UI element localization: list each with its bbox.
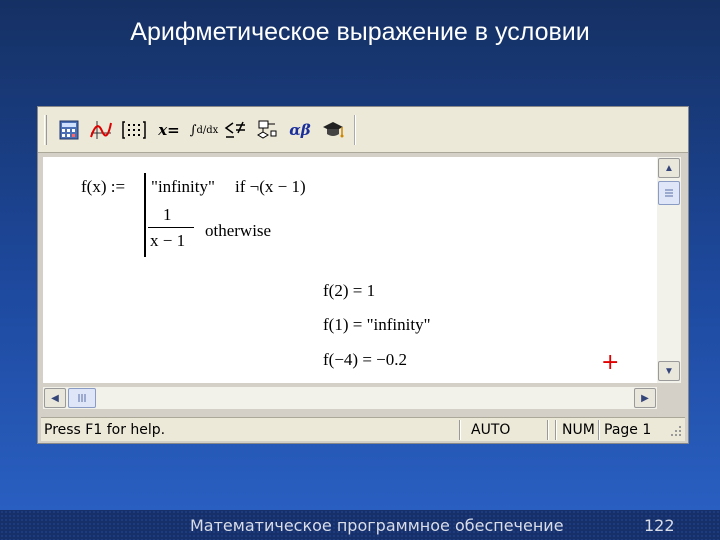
symbolic-toolbar-icon[interactable] [320,117,346,143]
graph-toolbar-icon[interactable] [88,117,114,143]
piecewise-bracket [144,173,146,257]
calculator-toolbar-icon[interactable] [56,117,82,143]
result-f1[interactable]: f(1) = "infinity" [323,315,431,335]
worksheet-area[interactable]: f(x) := "infinity" if ¬(x − 1) 1 x − 1 o… [43,157,657,383]
vertical-scrollbar[interactable]: ▲ ▼ [657,157,681,383]
calculus-toolbar-icon[interactable]: ∫ d/dx [190,117,219,143]
scroll-up-button[interactable]: ▲ [658,158,680,178]
horizontal-scrollbar[interactable]: ◀ ▶ [43,387,657,409]
programming-toolbar-icon[interactable] [254,117,280,143]
slide-page-number: 122 [644,516,675,535]
footer-title: Математическое программное обеспечение [190,516,564,535]
result-fminus4[interactable]: f(−4) = −0.2 [323,350,407,370]
case2-denominator[interactable]: x − 1 [150,231,185,251]
slide-footer: Математическое программное обеспечение 1… [0,510,720,540]
scroll-down-button[interactable]: ▼ [658,361,680,381]
fraction-bar [148,227,194,228]
matrix-toolbar-icon[interactable] [120,117,148,143]
function-definition-lhs[interactable]: f(x) := [81,177,125,197]
status-num: NUM [562,422,595,438]
resize-grip-icon[interactable] [669,424,683,442]
scroll-thumb[interactable] [658,181,680,205]
scroll-right-button[interactable]: ▶ [634,388,656,408]
status-help-text: Press F1 for help. [44,422,166,438]
math-toolbar: x= ∫ d/dx αβ [38,107,688,153]
boolean-toolbar-icon[interactable] [222,117,248,143]
status-mode: AUTO [471,422,511,438]
status-page: Page 1 [604,422,652,438]
status-bar: Press F1 for help. AUTO NUM Page 1 [41,417,685,441]
crosshair-cursor: + [601,350,620,375]
scroll-left-button[interactable]: ◀ [44,388,66,408]
evaluation-toolbar-icon[interactable]: x= [154,117,184,143]
toolbar-grip[interactable] [44,115,47,145]
case2-numerator[interactable]: 1 [163,205,172,225]
greek-toolbar-icon[interactable]: αβ [286,117,314,143]
case1-condition[interactable]: if ¬(x − 1) [235,177,306,197]
case1-value[interactable]: "infinity" [151,177,215,197]
horizontal-scroll-thumb[interactable] [68,388,96,408]
result-f2[interactable]: f(2) = 1 [323,281,375,301]
case2-condition[interactable]: otherwise [205,221,271,241]
slide-title: Арифметическое выражение в условии [130,18,590,46]
mathcad-window: x= ∫ d/dx αβ f(x):= "infinity" if ¬(x −… [37,106,689,444]
